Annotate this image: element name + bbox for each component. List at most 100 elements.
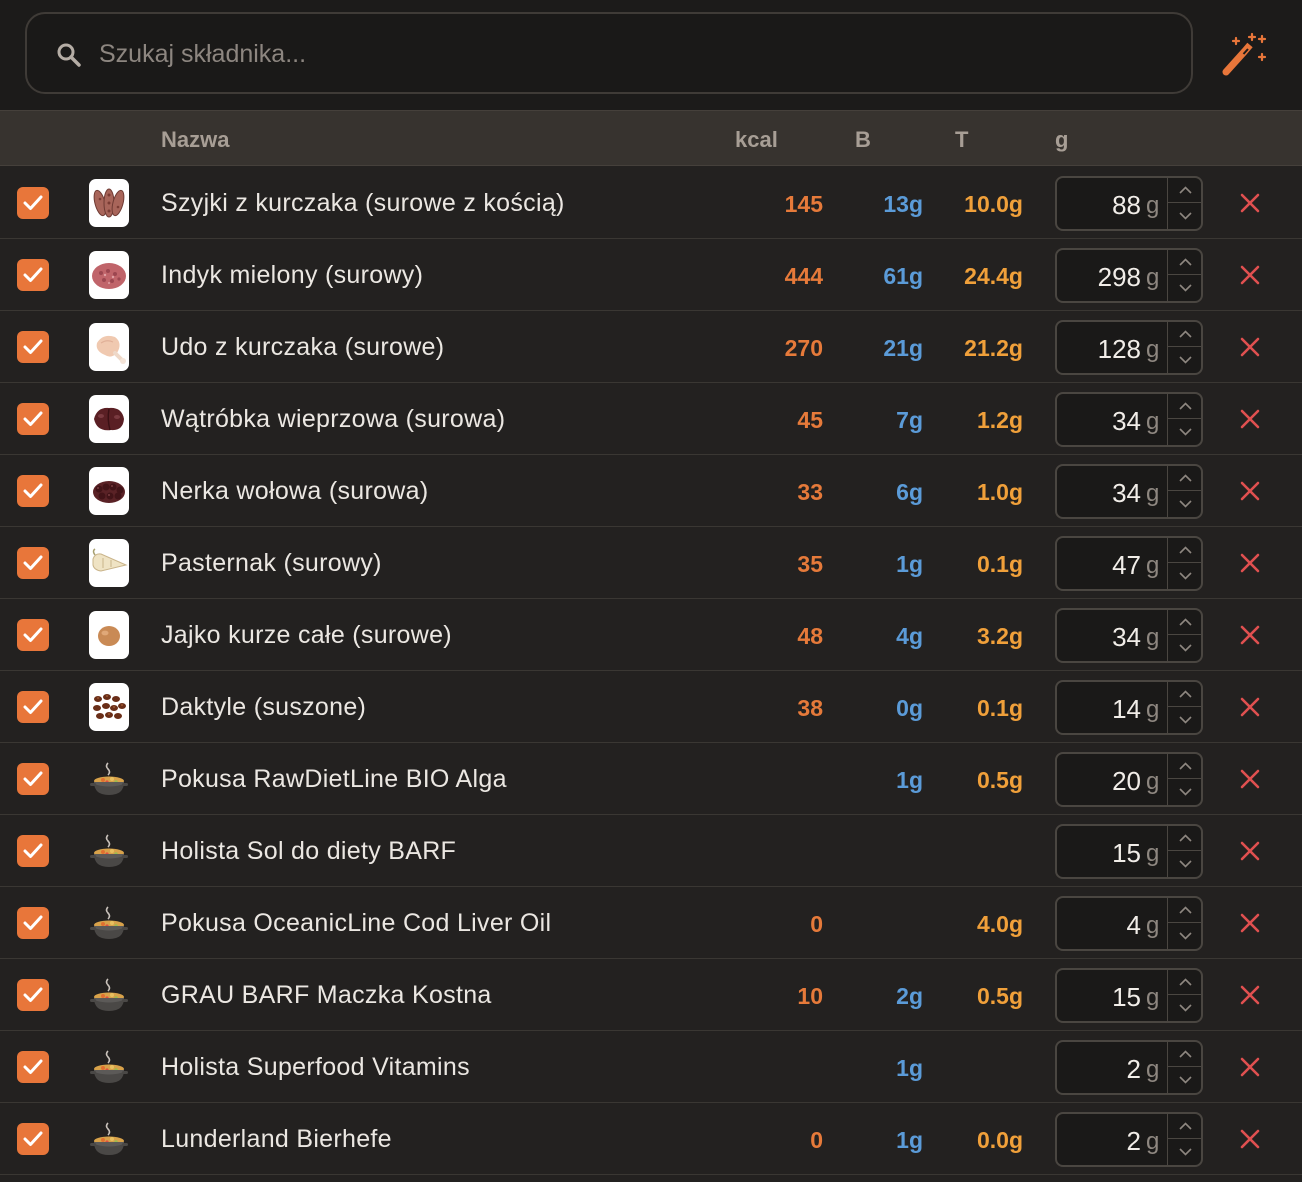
remove-button[interactable]: [1238, 911, 1262, 935]
decrement-button[interactable]: [1168, 1140, 1203, 1165]
remove-button[interactable]: [1238, 839, 1262, 863]
increment-button[interactable]: [1168, 394, 1203, 419]
quantity-stepper[interactable]: 128 g: [1055, 320, 1203, 375]
decrement-button[interactable]: [1168, 636, 1203, 661]
increment-button[interactable]: [1168, 754, 1203, 779]
remove-button[interactable]: [1238, 263, 1262, 287]
include-checkbox[interactable]: [17, 619, 49, 651]
quantity-stepper[interactable]: 20 g: [1055, 752, 1203, 807]
quantity-input[interactable]: 34: [1057, 406, 1141, 437]
remove-button[interactable]: [1238, 623, 1262, 647]
include-checkbox[interactable]: [17, 763, 49, 795]
kcal-value: 33: [797, 479, 823, 505]
decrement-button[interactable]: [1168, 996, 1203, 1021]
remove-button[interactable]: [1238, 767, 1262, 791]
quantity-stepper[interactable]: 88 g: [1055, 176, 1203, 231]
increment-button[interactable]: [1168, 682, 1203, 707]
magic-wand-icon[interactable]: [1218, 30, 1268, 80]
decrement-button[interactable]: [1168, 204, 1203, 229]
quantity-stepper[interactable]: 14 g: [1055, 680, 1203, 735]
increment-button[interactable]: [1168, 1042, 1203, 1067]
decrement-button[interactable]: [1168, 852, 1203, 877]
include-checkbox[interactable]: [17, 1123, 49, 1155]
include-checkbox[interactable]: [17, 907, 49, 939]
quantity-input[interactable]: 15: [1057, 838, 1141, 869]
quantity-stepper[interactable]: 2g: [1055, 1040, 1203, 1095]
quantity-input[interactable]: 88: [1057, 190, 1141, 221]
increment-button[interactable]: [1168, 178, 1203, 203]
fat-value: 4.0g: [976, 911, 1023, 937]
quantity-input[interactable]: 298: [1057, 262, 1141, 293]
table-row: Wątróbka wieprzowa (surowa) 45 7g 1.2g 34 g: [0, 383, 1302, 455]
include-checkbox[interactable]: [17, 403, 49, 435]
ingredient-name: Daktyle (suszone): [161, 693, 367, 721]
decrement-button[interactable]: [1168, 420, 1203, 445]
remove-button[interactable]: [1238, 983, 1262, 1007]
include-checkbox[interactable]: [17, 1051, 49, 1083]
table-row: Holista Superfood Vitamins 1g 2 g: [0, 1031, 1302, 1103]
remove-button[interactable]: [1238, 191, 1262, 215]
decrement-button[interactable]: [1168, 564, 1203, 589]
quantity-stepper[interactable]: 15 g: [1055, 968, 1203, 1023]
increment-button[interactable]: [1168, 898, 1203, 923]
kcal-value: 10: [797, 983, 823, 1009]
remove-button[interactable]: [1238, 695, 1262, 719]
decrement-button[interactable]: [1168, 348, 1203, 373]
include-checkbox[interactable]: [17, 331, 49, 363]
quantity-stepper[interactable]: 15 g: [1055, 824, 1203, 879]
include-checkbox[interactable]: [17, 691, 49, 723]
include-checkbox[interactable]: [17, 475, 49, 507]
increment-button[interactable]: [1168, 970, 1203, 995]
increment-button[interactable]: [1168, 466, 1203, 491]
quantity-stepper[interactable]: 47 g: [1055, 536, 1203, 591]
quantity-input[interactable]: 20: [1057, 766, 1141, 797]
include-checkbox[interactable]: [17, 979, 49, 1011]
increment-button[interactable]: [1168, 1114, 1203, 1139]
quantity-stepper[interactable]: 2g: [1055, 1112, 1203, 1167]
decrement-button[interactable]: [1168, 780, 1203, 805]
close-icon: [1238, 769, 1262, 795]
remove-button[interactable]: [1238, 551, 1262, 575]
quantity-input[interactable]: 2: [1057, 1054, 1141, 1085]
include-checkbox[interactable]: [17, 835, 49, 867]
decrement-button[interactable]: [1168, 1068, 1203, 1093]
remove-button[interactable]: [1238, 479, 1262, 503]
search-input[interactable]: [99, 32, 1159, 76]
pot-icon: [89, 905, 129, 943]
quantity-input[interactable]: 34: [1057, 478, 1141, 509]
ingredient-name: Lunderland Bierhefe: [161, 1125, 392, 1153]
quantity-input[interactable]: 34: [1057, 622, 1141, 653]
decrement-button[interactable]: [1168, 924, 1203, 949]
quantity-input[interactable]: 4: [1057, 910, 1141, 941]
include-checkbox[interactable]: [17, 259, 49, 291]
quantity-stepper[interactable]: 34 g: [1055, 464, 1203, 519]
search-box[interactable]: [25, 12, 1193, 94]
remove-button[interactable]: [1238, 407, 1262, 431]
quantity-stepper[interactable]: 4g: [1055, 896, 1203, 951]
decrement-button[interactable]: [1168, 492, 1203, 517]
increment-button[interactable]: [1168, 826, 1203, 851]
quantity-stepper[interactable]: 34 g: [1055, 392, 1203, 447]
quantity-stepper[interactable]: 34 g: [1055, 608, 1203, 663]
remove-button[interactable]: [1238, 335, 1262, 359]
quantity-input[interactable]: 14: [1057, 694, 1141, 725]
kcal-value: 444: [784, 263, 823, 289]
header-protein: B: [855, 127, 871, 152]
increment-button[interactable]: [1168, 250, 1203, 275]
increment-button[interactable]: [1168, 538, 1203, 563]
close-icon: [1238, 985, 1262, 1011]
increment-button[interactable]: [1168, 610, 1203, 635]
remove-button[interactable]: [1238, 1055, 1262, 1079]
quantity-input[interactable]: 128: [1057, 334, 1141, 365]
include-checkbox[interactable]: [17, 187, 49, 219]
quantity-input[interactable]: 47: [1057, 550, 1141, 581]
include-checkbox[interactable]: [17, 547, 49, 579]
increment-button[interactable]: [1168, 322, 1203, 347]
decrement-button[interactable]: [1168, 708, 1203, 733]
quantity-input[interactable]: 2: [1057, 1126, 1141, 1157]
quantity-input[interactable]: 15: [1057, 982, 1141, 1013]
remove-button[interactable]: [1238, 1127, 1262, 1151]
quantity-stepper[interactable]: 298 g: [1055, 248, 1203, 303]
decrement-button[interactable]: [1168, 276, 1203, 301]
fat-value: 24.4g: [964, 263, 1023, 289]
